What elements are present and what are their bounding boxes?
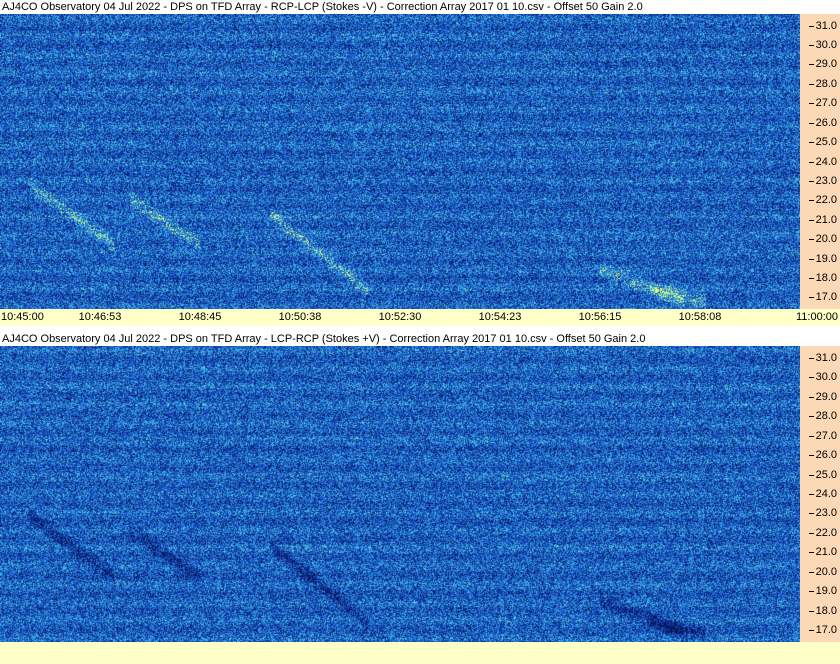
y-tick-label: 20.0: [808, 565, 837, 578]
y-tick-label: 29.0: [808, 58, 837, 71]
x-tick-label: 10:58:08: [678, 311, 722, 323]
y-tick-label: 18.0: [808, 271, 837, 284]
x-tick-label: 10:48:45: [178, 311, 222, 323]
spectrogram-canvas-1: [0, 14, 800, 309]
y-tick-label: 23.0: [808, 174, 837, 187]
y-tick-label: 28.0: [808, 410, 837, 423]
y-tick-label: 20.0: [808, 233, 837, 246]
spectrogram-plot-2: [0, 346, 800, 642]
spectrogram-title-2: AJ4CO Observatory 04 Jul 2022 - DPS on T…: [2, 333, 646, 345]
x-tick-label: 11:00:00: [795, 311, 838, 323]
y-tick-label: 27.0: [808, 97, 837, 110]
y-tick-label: 30.0: [808, 39, 837, 52]
x-tick-label: 10:45:00: [1, 311, 44, 323]
frequency-axis-2: 31.0 30.0 29.0 28.0 27.0 26.0 25.0 24.0 23.0 22.0…: [800, 346, 840, 642]
y-tick-label: 25.0: [808, 136, 837, 149]
y-tick-label: 23.0: [808, 507, 837, 520]
y-tick-label: 22.0: [808, 526, 837, 539]
time-axis: 10:45:00 10:46:53 10:48:45 10:50:38 10:52:30…: [0, 309, 840, 326]
y-tick-label: 26.0: [808, 116, 837, 129]
y-tick-label: 28.0: [808, 77, 837, 90]
y-tick-label: 31.0: [808, 19, 837, 32]
y-tick-label: 21.0: [808, 546, 837, 559]
y-tick-label: 22.0: [808, 194, 837, 207]
spectrogram-title-1: AJ4CO Observatory 04 Jul 2022 - DPS on T…: [2, 1, 643, 13]
y-tick-label: 19.0: [808, 252, 837, 265]
x-tick-label: 10:50:38: [278, 311, 322, 323]
y-tick-label: 25.0: [808, 468, 837, 481]
y-tick-label: 24.0: [808, 155, 837, 168]
bottom-time-bar: [0, 642, 840, 664]
y-tick-label: 24.0: [808, 488, 837, 500]
spectrogram-canvas-2: [0, 346, 800, 642]
y-tick-label: 31.0: [808, 351, 837, 364]
y-tick-label: 29.0: [808, 390, 837, 403]
frequency-axis-1: 31.0 30.0 29.0 28.0 27.0 26.0 25.0 24.0 23.0 22.0…: [800, 14, 840, 309]
y-tick-label: 30.0: [808, 371, 837, 384]
x-tick-label: 10:56:15: [578, 311, 622, 323]
y-tick-label: 19.0: [808, 585, 837, 598]
y-tick-label: 26.0: [808, 449, 837, 462]
y-tick-label: 18.0: [808, 604, 837, 617]
spectrogram-plot-1: [0, 14, 800, 309]
y-tick-label: 17.0: [808, 291, 837, 304]
x-tick-label: 10:54:23: [478, 311, 522, 323]
x-tick-label: 10:46:53: [78, 311, 122, 323]
x-tick-label: 10:52:30: [378, 311, 422, 323]
y-tick-label: 17.0: [808, 624, 837, 637]
y-tick-label: 27.0: [808, 429, 837, 442]
y-tick-label: 21.0: [808, 213, 837, 226]
